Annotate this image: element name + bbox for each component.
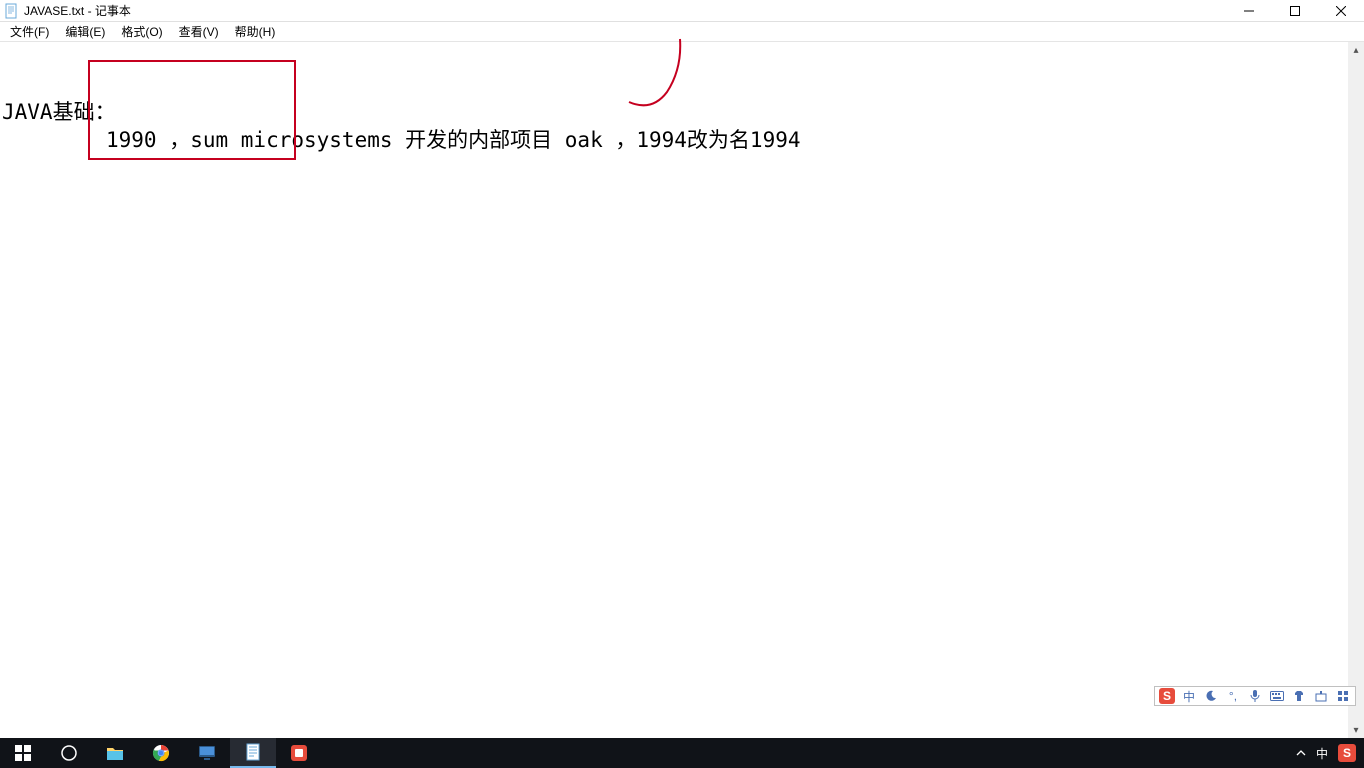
- tray-ime-icon[interactable]: S: [1338, 744, 1356, 762]
- close-button[interactable]: [1318, 0, 1364, 22]
- ime-keyboard-icon[interactable]: [1269, 688, 1285, 704]
- ime-mode[interactable]: 中: [1181, 688, 1197, 704]
- ime-moon-icon[interactable]: [1203, 688, 1219, 704]
- text-line-1: JAVA基础：: [2, 98, 1364, 126]
- menu-format[interactable]: 格式(O): [113, 22, 170, 41]
- ime-mic-icon[interactable]: [1247, 688, 1263, 704]
- tray-overflow-icon[interactable]: [1296, 738, 1306, 768]
- start-button[interactable]: [0, 738, 46, 768]
- ime-logo-icon[interactable]: S: [1159, 688, 1175, 704]
- system-tray: 中 S: [1296, 738, 1364, 768]
- ime-menu-icon[interactable]: [1335, 688, 1351, 704]
- taskbar: 中 S: [0, 738, 1364, 768]
- chrome-button[interactable]: [138, 738, 184, 768]
- title-bar: JAVASE.txt - 记事本: [0, 0, 1364, 22]
- ime-skin-icon[interactable]: [1291, 688, 1307, 704]
- ime-toolbar[interactable]: S 中 °,: [1154, 686, 1356, 706]
- menu-view[interactable]: 查看(V): [171, 22, 227, 41]
- ime-punct-icon[interactable]: °,: [1225, 688, 1241, 704]
- minimize-button[interactable]: [1226, 0, 1272, 22]
- menu-file[interactable]: 文件(F): [2, 22, 57, 41]
- document-icon: [4, 3, 20, 19]
- notepad-taskbar-button[interactable]: [230, 738, 276, 768]
- file-explorer-button[interactable]: [92, 738, 138, 768]
- vertical-scrollbar[interactable]: ▴ ▾: [1348, 42, 1364, 738]
- text-editor-area[interactable]: JAVA基础：1990 ，sum microsystems 开发的内部项目 oa…: [0, 42, 1364, 738]
- monitor-app-button[interactable]: [184, 738, 230, 768]
- menu-edit[interactable]: 编辑(E): [57, 22, 113, 41]
- menu-bar: 文件(F) 编辑(E) 格式(O) 查看(V) 帮助(H): [0, 22, 1364, 42]
- tray-language[interactable]: 中: [1316, 738, 1328, 768]
- notepad-window: JAVASE.txt - 记事本 文件(F) 编辑(E) 格式(O) 查看(V)…: [0, 0, 1364, 768]
- text-line-2: 1990 ，sum microsystems 开发的内部项目 oak ，1994…: [106, 126, 1364, 154]
- cortana-button[interactable]: [46, 738, 92, 768]
- scroll-up-arrow[interactable]: ▴: [1348, 42, 1364, 58]
- window-title: JAVASE.txt - 记事本: [24, 2, 131, 19]
- menu-help[interactable]: 帮助(H): [227, 22, 284, 41]
- text-content: JAVA基础：1990 ，sum microsystems 开发的内部项目 oa…: [0, 42, 1364, 738]
- maximize-button[interactable]: [1272, 0, 1318, 22]
- recorder-app-button[interactable]: [276, 738, 322, 768]
- ime-tool-icon[interactable]: [1313, 688, 1329, 704]
- scroll-down-arrow[interactable]: ▾: [1348, 722, 1364, 738]
